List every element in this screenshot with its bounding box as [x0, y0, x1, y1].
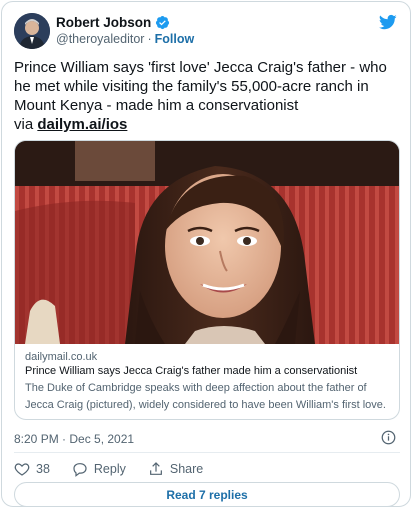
link-domain: dailymail.co.uk	[25, 351, 98, 363]
twitter-bird-icon[interactable]	[378, 13, 398, 31]
reply-button[interactable]: Reply	[72, 461, 126, 477]
link-preview-card[interactable]: dailymail.co.uk Prince William says Jecc…	[14, 140, 400, 420]
read-replies-button[interactable]: Read 7 replies	[14, 482, 400, 507]
tweet-body: Prince William says 'first love' Jecca C…	[14, 58, 406, 134]
link-preview-meta: dailymail.co.uk Prince William says Jecc…	[25, 350, 395, 414]
share-icon	[149, 462, 162, 475]
author-name-row: Robert Jobson	[56, 15, 170, 30]
link-title[interactable]: Prince William says Jecca Craig's father…	[25, 364, 395, 379]
handle-separator: ·	[147, 32, 152, 46]
link-description: The Duke of Cambridge speaks with deep a…	[25, 382, 386, 411]
author-avatar[interactable]	[14, 13, 50, 49]
share-button[interactable]: Share	[148, 461, 203, 477]
heart-icon	[14, 463, 30, 476]
author-handle[interactable]: @theroyaleditor	[56, 32, 144, 46]
tweet-embed-card: Robert Jobson @theroyaleditor · Follow P…	[1, 1, 411, 507]
tweet-actions: 38 Reply Share	[14, 461, 225, 477]
like-button[interactable]: 38	[14, 461, 50, 477]
reply-label: Reply	[93, 462, 126, 476]
tweet-text: Prince William says 'first love' Jecca C…	[14, 59, 387, 114]
reply-bubble-icon	[73, 463, 87, 477]
tweet-timestamp[interactable]: 8:20 PM · Dec 5, 2021	[14, 432, 134, 446]
like-count: 38	[36, 462, 50, 476]
info-icon[interactable]	[381, 430, 396, 445]
follow-button[interactable]: Follow	[155, 32, 195, 46]
via-prefix: via	[14, 116, 38, 133]
share-label: Share	[169, 462, 204, 476]
author-display-name[interactable]: Robert Jobson	[56, 15, 151, 30]
divider	[14, 452, 400, 453]
author-handle-row: @theroyaleditor · Follow	[56, 32, 194, 46]
tweet-link[interactable]: dailym.ai/ios	[37, 116, 127, 133]
link-preview-image[interactable]	[15, 141, 400, 344]
verified-badge-icon	[156, 15, 170, 30]
